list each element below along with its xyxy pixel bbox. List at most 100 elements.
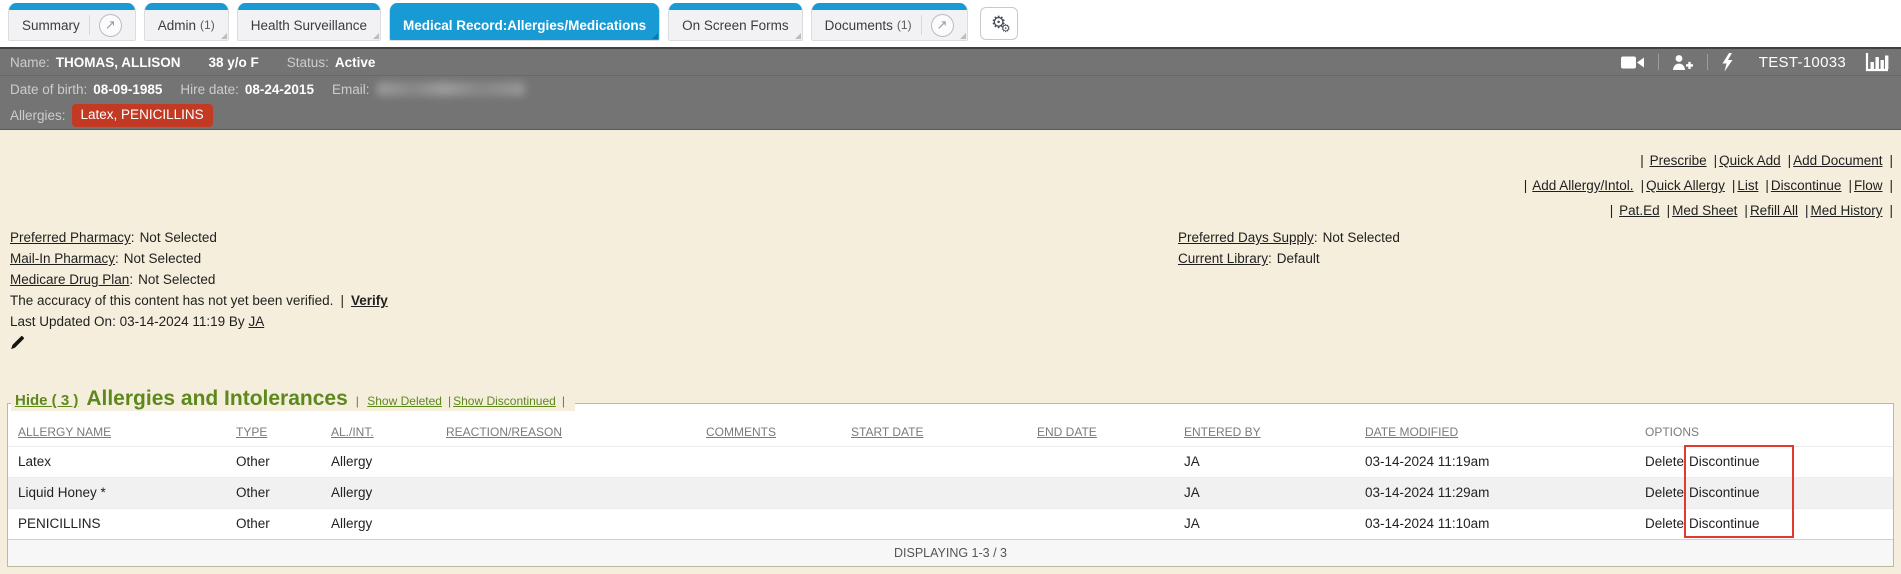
medicare-drug-plan-link[interactable]: Medicare Drug Plan xyxy=(10,272,133,287)
tab-fold-corner xyxy=(795,33,801,39)
col-header-options: OPTIONS xyxy=(1645,425,1699,439)
show-deleted-link[interactable]: Show Deleted xyxy=(367,394,453,408)
cell-allergy-name: Liquid Honey * xyxy=(8,478,226,509)
cell-comments xyxy=(696,447,841,478)
col-header-al-int[interactable]: AL./INT. xyxy=(331,425,374,439)
library-info-block: Preferred Days SupplyNot Selected Curren… xyxy=(1178,227,1400,269)
tab-label: On Screen Forms xyxy=(682,18,789,33)
discontinue-row-link[interactable]: Discontinue xyxy=(1689,516,1760,531)
cell-allergy-name: PENICILLINS xyxy=(8,509,226,540)
dob-value: 08-09-1985 xyxy=(93,82,162,97)
cell-entered-by: JA xyxy=(1174,478,1355,509)
preferred-pharmacy-line: Preferred PharmacyNot Selected xyxy=(10,227,1901,248)
pat-ed-link[interactable]: Pat.Ed xyxy=(1619,203,1672,218)
show-discontinued-link[interactable]: Show Discontinued xyxy=(453,394,567,408)
tab-summary[interactable]: Summary ↗ xyxy=(8,3,136,41)
col-header-date-modified[interactable]: DATE MODIFIED xyxy=(1365,425,1458,439)
mail-in-pharmacy-link[interactable]: Mail-In Pharmacy xyxy=(10,251,119,266)
cell-date-modified: 03-14-2024 11:19am xyxy=(1355,447,1635,478)
med-history-link[interactable]: Med History xyxy=(1810,203,1893,218)
action-links-row-1: PrescribeQuick AddAdd Document xyxy=(0,148,1893,173)
cell-end-date xyxy=(1027,509,1174,540)
tab-label: Admin xyxy=(158,18,196,33)
content-area: PrescribeQuick AddAdd Document Add Aller… xyxy=(0,130,1901,574)
icon-divider xyxy=(1658,54,1659,70)
tab-health-surveillance[interactable]: Health Surveillance xyxy=(237,3,381,41)
med-sheet-link[interactable]: Med Sheet xyxy=(1672,203,1750,218)
tab-admin[interactable]: Admin (1) xyxy=(144,3,229,41)
discontinue-link[interactable]: Discontinue xyxy=(1771,178,1854,193)
action-links-row-3: Pat.EdMed SheetRefill AllMed History xyxy=(0,198,1893,223)
cell-type: Other xyxy=(226,509,321,540)
popout-arrow-icon[interactable]: ↗ xyxy=(931,14,954,37)
ehr-app: Summary ↗ Admin (1) Health Surveillance … xyxy=(0,0,1901,574)
video-camera-icon[interactable] xyxy=(1621,55,1645,70)
bar-chart-icon[interactable] xyxy=(1865,53,1889,72)
add-allergy-intol-link[interactable]: Add Allergy/Intol. xyxy=(1532,178,1646,193)
tab-accent-strip xyxy=(238,3,380,10)
add-document-link[interactable]: Add Document xyxy=(1793,153,1893,168)
col-header-start-date[interactable]: START DATE xyxy=(851,425,923,439)
last-updated-line: Last Updated On: 03-14-2024 11:19 By JA xyxy=(10,311,1901,332)
person-add-icon[interactable] xyxy=(1672,54,1694,71)
tab-count-badge: (1) xyxy=(897,18,912,32)
lightning-icon[interactable] xyxy=(1721,53,1734,72)
cell-al-int: Allergy xyxy=(321,447,436,478)
preferred-pharmacy-link[interactable]: Preferred Pharmacy xyxy=(10,230,135,245)
cell-type: Other xyxy=(226,478,321,509)
tab-label: Health Surveillance xyxy=(251,18,367,33)
cell-end-date xyxy=(1027,478,1174,509)
delete-row-link[interactable]: Delete xyxy=(1645,516,1684,531)
email-value-blurred xyxy=(377,82,525,96)
medicare-drug-plan-line: Medicare Drug PlanNot Selected xyxy=(10,269,1901,290)
hide-section-link[interactable]: Hide ( 3 ) xyxy=(15,392,78,409)
discontinue-row-link[interactable]: Discontinue xyxy=(1689,485,1760,500)
discontinue-row-link[interactable]: Discontinue xyxy=(1689,454,1760,469)
hire-date-label: Hire date: xyxy=(180,82,239,97)
cell-entered-by: JA xyxy=(1174,447,1355,478)
tab-medical-record-allergies-medications[interactable]: Medical Record:Allergies/Medications xyxy=(389,3,660,41)
list-link[interactable]: List xyxy=(1737,178,1771,193)
verify-notice-text: The accuracy of this content has not yet… xyxy=(10,293,333,308)
quick-add-link[interactable]: Quick Add xyxy=(1719,153,1793,168)
tab-count-badge: (1) xyxy=(200,18,215,32)
hire-date-value: 08-24-2015 xyxy=(245,82,314,97)
edit-pencil-icon[interactable] xyxy=(10,335,26,351)
cell-end-date xyxy=(1027,447,1174,478)
delete-row-link[interactable]: Delete xyxy=(1645,485,1684,500)
quick-allergy-link[interactable]: Quick Allergy xyxy=(1646,178,1737,193)
cell-options: Delete Discontinue xyxy=(1635,509,1893,540)
popout-arrow-icon[interactable]: ↗ xyxy=(99,14,122,37)
action-links-row-2: Add Allergy/Intol.Quick AllergyListDisco… xyxy=(0,173,1893,198)
col-header-reaction-reason[interactable]: REACTION/REASON xyxy=(446,425,562,439)
prescribe-link[interactable]: Prescribe xyxy=(1650,153,1720,168)
verify-link[interactable]: Verify xyxy=(333,293,387,308)
tab-label: Summary xyxy=(22,18,80,33)
col-header-end-date[interactable]: END DATE xyxy=(1037,425,1097,439)
patient-id: TEST-10033 xyxy=(1759,54,1846,71)
col-header-type[interactable]: TYPE xyxy=(236,425,267,439)
cell-comments xyxy=(696,509,841,540)
patient-header-row-1: Name: THOMAS, ALLISON 38 y/o F Status: A… xyxy=(0,49,1901,76)
settings-button[interactable]: ⚙ ⚙ xyxy=(980,7,1018,40)
allergies-table: ALLERGY NAME TYPE AL./INT. REACTION/REAS… xyxy=(8,419,1893,539)
cell-comments xyxy=(696,478,841,509)
col-header-allergy-name[interactable]: ALLERGY NAME xyxy=(18,425,111,439)
tab-label: Medical Record:Allergies/Medications xyxy=(403,18,646,33)
cell-start-date xyxy=(841,478,1027,509)
tab-documents[interactable]: Documents (1) ↗ xyxy=(811,3,968,41)
last-updated-by-link[interactable]: JA xyxy=(248,314,264,329)
table-row: Latex Other Allergy JA 03-14-2024 11:19a… xyxy=(8,447,1893,478)
flow-link[interactable]: Flow xyxy=(1854,178,1893,193)
preferred-days-supply-link[interactable]: Preferred Days Supply xyxy=(1178,230,1318,245)
delete-row-link[interactable]: Delete xyxy=(1645,454,1684,469)
show-filter-links: Show DeletedShow Discontinued xyxy=(356,394,567,408)
allergy-alert-badge: Latex, PENICILLINS xyxy=(72,104,213,126)
current-library-value: Default xyxy=(1277,251,1320,266)
col-header-entered-by[interactable]: ENTERED BY xyxy=(1184,425,1261,439)
tab-on-screen-forms[interactable]: On Screen Forms xyxy=(668,3,803,41)
current-library-link[interactable]: Current Library xyxy=(1178,251,1272,266)
refill-all-link[interactable]: Refill All xyxy=(1750,203,1811,218)
col-header-comments[interactable]: COMMENTS xyxy=(706,425,776,439)
patient-name: THOMAS, ALLISON xyxy=(56,55,181,70)
